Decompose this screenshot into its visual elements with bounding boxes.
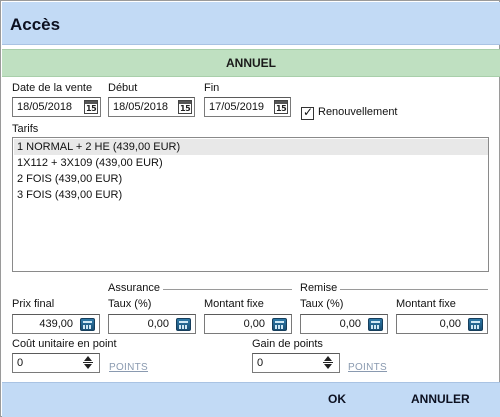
spinner-icon[interactable] — [81, 355, 97, 371]
title-bar: Accès — [2, 2, 500, 45]
calendar-glyph: 15 — [276, 104, 287, 113]
footer-bar: OK ANNULER — [2, 382, 500, 417]
checkmark-icon: ✓ — [303, 105, 314, 119]
unit-cost-label: Coût unitaire en point — [12, 338, 117, 350]
spinner-icon[interactable] — [321, 355, 337, 371]
end-date-value: 17/05/2019 — [209, 101, 265, 113]
end-date-field[interactable]: 17/05/2019 15 — [204, 97, 291, 117]
unit-cost-value: 0 — [17, 357, 24, 369]
discount-fixed-value: 0,00 — [439, 318, 461, 330]
calculator-icon[interactable] — [272, 318, 287, 331]
unit-cost-points-link[interactable]: POINTS — [109, 362, 148, 373]
points-gain-label: Gain de points — [252, 338, 323, 350]
insurance-fixed-value: 0,00 — [243, 318, 265, 330]
insurance-fixed-label: Montant fixe — [204, 298, 264, 310]
final-price-label: Prix final — [12, 298, 55, 310]
discount-title: Remise — [300, 282, 341, 294]
start-date-calendar-icon[interactable]: 15 — [178, 100, 192, 114]
insurance-rate-value: 0,00 — [147, 318, 169, 330]
tarif-item[interactable]: 3 FOIS (439,00 EUR) — [14, 187, 488, 203]
sale-date-label: Date de la vente — [12, 82, 93, 94]
calculator-icon[interactable] — [176, 318, 191, 331]
points-gain-value: 0 — [257, 357, 264, 369]
dialog-window: Accès ANNUEL Date de la vente 18/05/2018… — [0, 0, 500, 417]
calculator-icon[interactable] — [80, 318, 95, 331]
points-gain-field[interactable]: 0 — [252, 353, 340, 373]
insurance-title: Assurance — [108, 282, 163, 294]
final-price-value: 439,00 — [39, 318, 73, 330]
end-date-label: Fin — [204, 82, 220, 94]
tarifs-label: Tarifs — [12, 123, 39, 135]
calendar-glyph: 15 — [180, 104, 191, 113]
calendar-glyph: 15 — [86, 104, 97, 113]
final-price-field[interactable]: 439,00 — [12, 314, 100, 334]
calculator-icon[interactable] — [468, 318, 483, 331]
sale-date-field[interactable]: 18/05/2018 15 — [12, 97, 101, 117]
start-date-value: 18/05/2018 — [113, 101, 169, 113]
tarif-item[interactable]: 2 FOIS (439,00 EUR) — [14, 171, 488, 187]
ok-button[interactable]: OK — [328, 392, 346, 406]
renewal-label: Renouvellement — [318, 106, 398, 118]
unit-cost-field[interactable]: 0 — [12, 353, 100, 373]
discount-fixed-field[interactable]: 0,00 — [396, 314, 488, 334]
tarif-item[interactable]: 1X112 + 3X109 (439,00 EUR) — [14, 155, 488, 171]
discount-rate-value: 0,00 — [339, 318, 361, 330]
discount-rate-label: Taux (%) — [300, 298, 344, 310]
tarifs-list[interactable]: 1 NORMAL + 2 HE (439,00 EUR) 1X112 + 3X1… — [12, 137, 489, 272]
sale-date-value: 18/05/2018 — [17, 101, 73, 113]
start-date-field[interactable]: 18/05/2018 15 — [108, 97, 195, 117]
insurance-fixed-field[interactable]: 0,00 — [204, 314, 292, 334]
cancel-button[interactable]: ANNULER — [411, 392, 470, 406]
insurance-rate-label: Taux (%) — [108, 298, 152, 310]
tarif-item[interactable]: 1 NORMAL + 2 HE (439,00 EUR) — [14, 139, 488, 155]
start-date-label: Début — [108, 82, 138, 94]
discount-fixed-label: Montant fixe — [396, 298, 456, 310]
renewal-checkbox[interactable]: ✓ — [301, 105, 314, 120]
window-title: Accès — [10, 15, 61, 34]
subscription-type-banner: ANNUEL — [2, 49, 500, 77]
points-gain-points-link[interactable]: POINTS — [348, 362, 387, 373]
end-date-calendar-icon[interactable]: 15 — [274, 100, 288, 114]
insurance-rate-field[interactable]: 0,00 — [108, 314, 196, 334]
sale-date-calendar-icon[interactable]: 15 — [84, 100, 98, 114]
calculator-icon[interactable] — [368, 318, 383, 331]
discount-rate-field[interactable]: 0,00 — [300, 314, 388, 334]
